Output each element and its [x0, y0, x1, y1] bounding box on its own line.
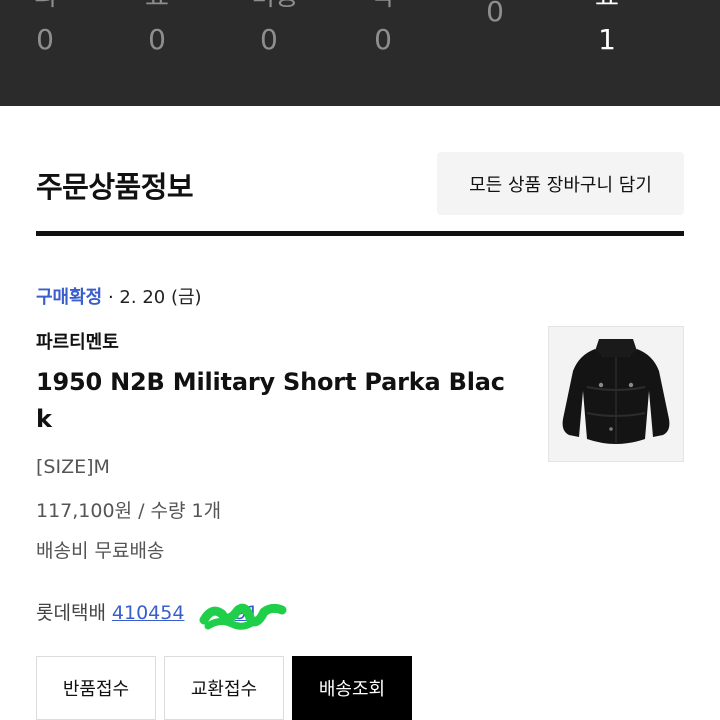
- stat-label: 리: [30, 0, 60, 12]
- stat-3[interactable]: 비중 0: [250, 0, 300, 56]
- stat-value: 0: [486, 0, 504, 28]
- section-title: 주문상품정보: [36, 170, 194, 204]
- stat-1[interactable]: 리 0: [30, 0, 60, 56]
- product-price-quantity: 117,100원 / 수량 1개: [36, 500, 222, 522]
- order-status: 구매확정: [36, 287, 103, 308]
- stat-value: 0: [36, 23, 54, 56]
- stat-6[interactable]: 료 1: [592, 0, 622, 56]
- product-thumbnail[interactable]: [548, 326, 684, 462]
- section-divider: [36, 231, 684, 236]
- black-puffer-jacket-image: [549, 327, 683, 461]
- status-separator: ·: [102, 287, 120, 308]
- stat-4[interactable]: 락 0: [366, 0, 400, 56]
- stat-value: 0: [148, 23, 166, 56]
- order-status-line: 구매확정 · 2. 20 (금): [36, 286, 202, 310]
- return-request-button[interactable]: 반품접수: [36, 656, 156, 720]
- carrier-name: 롯데택배: [36, 602, 106, 624]
- stat-value: 0: [260, 23, 278, 56]
- stat-2[interactable]: 료 0: [142, 0, 172, 56]
- stat-label: 료: [592, 0, 622, 12]
- track-delivery-button[interactable]: 배송조회: [292, 656, 412, 720]
- redaction-scribble: [199, 603, 287, 630]
- add-all-to-cart-button[interactable]: 모든 상품 장바구니 담기: [437, 152, 684, 215]
- tracking-number-visible: 410454: [111, 602, 185, 624]
- stat-value: 0: [374, 23, 392, 56]
- stat-value: 1: [598, 23, 616, 56]
- stat-label: 락: [366, 0, 400, 12]
- exchange-request-button[interactable]: 교환접수: [164, 656, 284, 720]
- shipping-fee: 배송비 무료배송: [36, 540, 165, 562]
- order-date: 2. 20 (금): [119, 287, 202, 308]
- order-status-summary-bar: 리 0 료 0 비중 0 락 0 0 료 1: [0, 0, 720, 106]
- stat-label: 비중: [250, 0, 300, 12]
- product-option-size: [SIZE]M: [36, 456, 110, 478]
- stat-label: 료: [142, 0, 172, 12]
- product-name[interactable]: 1950 N2B Military Short Parka Black: [36, 364, 516, 438]
- stat-5[interactable]: 0: [480, 0, 510, 28]
- brand-name[interactable]: 파르티멘토: [36, 328, 119, 354]
